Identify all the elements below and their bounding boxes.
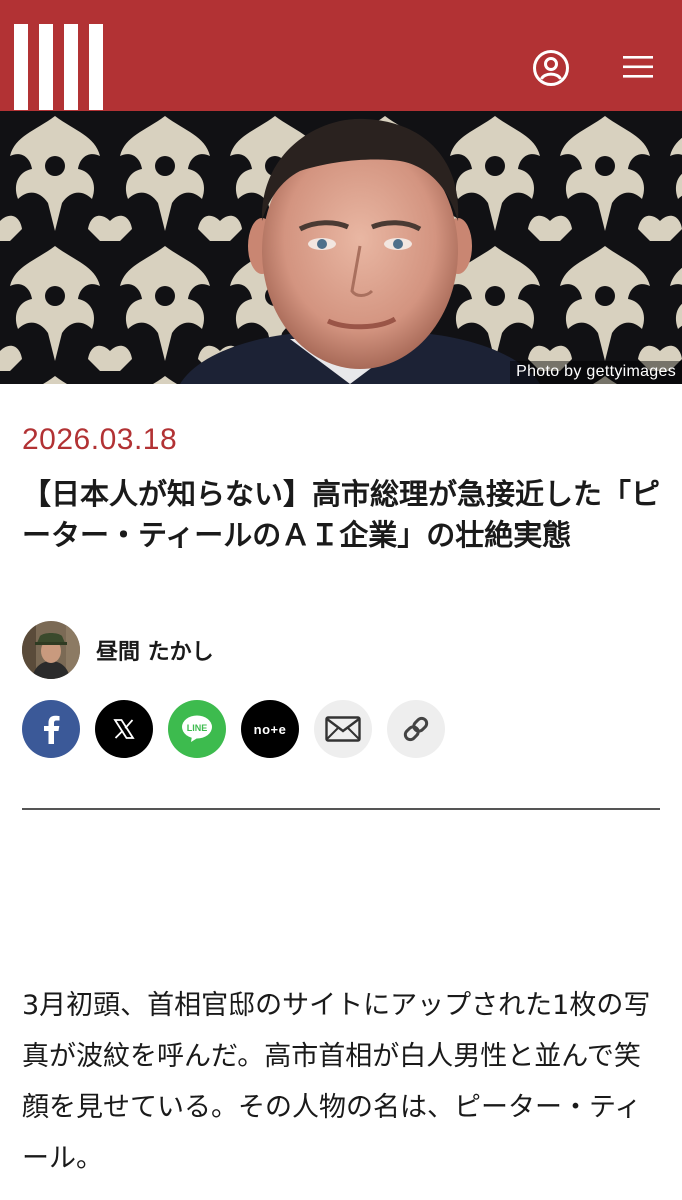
user-account-icon (533, 50, 569, 86)
facebook-icon (44, 715, 60, 744)
site-header (0, 0, 682, 111)
portrait-image (0, 111, 682, 384)
hamburger-menu-icon (623, 56, 653, 78)
share-mail-button[interactable] (314, 700, 372, 758)
share-note-button[interactable]: no+e (241, 700, 299, 758)
hamburger-menu-button[interactable] (620, 52, 656, 82)
article-body-paragraph: 3月初頭、首相官邸のサイトにアップされた1枚の写真が波紋を呼んだ。高市首相が白人… (22, 990, 651, 1174)
share-bar: LINE no+e (22, 700, 460, 758)
brand-logo[interactable] (14, 24, 104, 110)
share-x-button[interactable] (95, 700, 153, 758)
article-title: 【日本人が知らない】高市総理が急接近した「ピーター・ティールのＡＩ企業」の壮絶実… (22, 477, 661, 552)
x-icon (113, 719, 135, 739)
share-line-button[interactable]: LINE (168, 700, 226, 758)
mail-icon (325, 716, 361, 742)
link-icon (403, 716, 429, 742)
section-divider (22, 808, 660, 810)
photo-credit: Photo by gettyimages (510, 361, 682, 384)
share-facebook-button[interactable] (22, 700, 80, 758)
article-date: 2026.03.18 (22, 423, 178, 456)
line-label: LINE (186, 723, 208, 733)
note-label: no+e (253, 721, 287, 737)
author-block[interactable]: 昼間 たかし (22, 620, 214, 680)
author-avatar-image (22, 621, 80, 679)
author-avatar[interactable] (22, 621, 80, 679)
share-copy-link-button[interactable] (387, 700, 445, 758)
author-name[interactable]: 昼間 たかし (96, 634, 214, 666)
user-account-button[interactable] (532, 49, 570, 87)
hero-photo: Photo by gettyimages (0, 111, 682, 384)
